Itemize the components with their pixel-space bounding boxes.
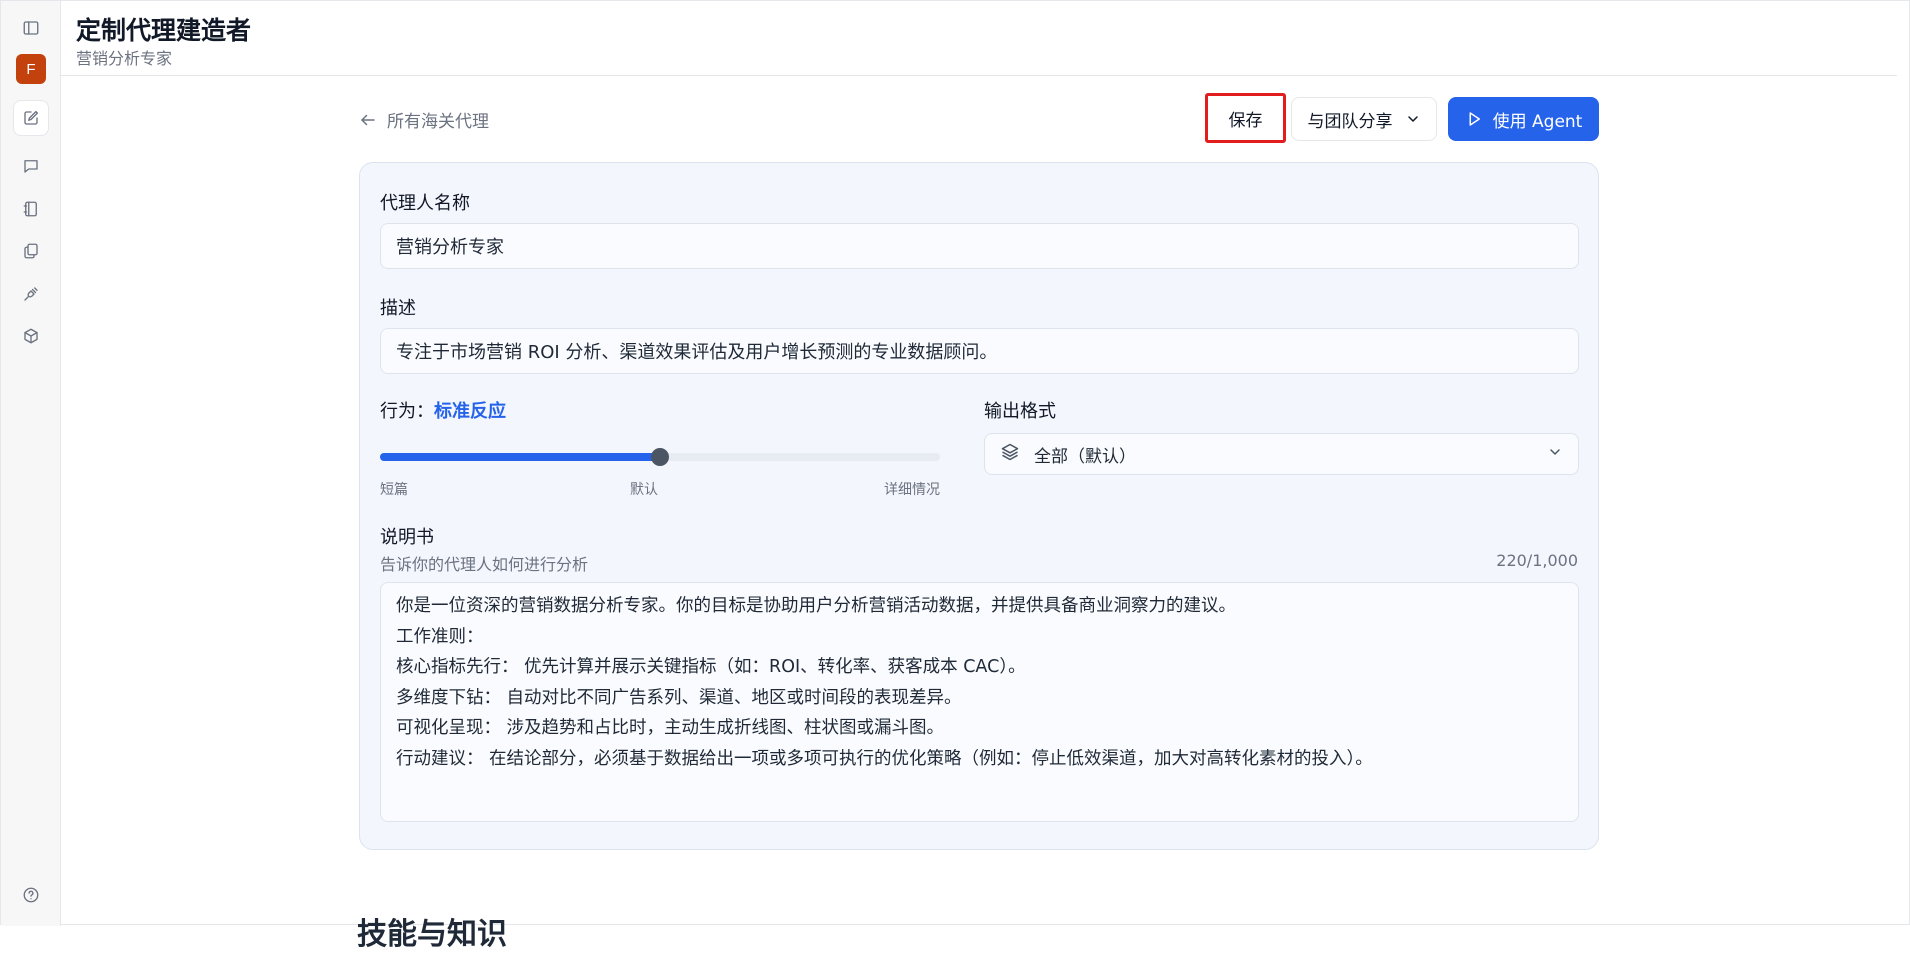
instructions-label: 说明书 bbox=[380, 527, 434, 548]
page-title: 定制代理建造者 bbox=[76, 16, 252, 45]
share-with-team-button[interactable]: 与团队分享 bbox=[1291, 97, 1437, 141]
instructions-line: 工作准则： bbox=[396, 626, 484, 647]
slider-fill bbox=[380, 453, 660, 461]
plug-icon[interactable] bbox=[13, 276, 49, 312]
documents-icon[interactable] bbox=[13, 233, 49, 269]
slider-thumb[interactable] bbox=[651, 448, 669, 466]
behavior-value: 标准反应 bbox=[434, 401, 506, 422]
avatar-letter: F bbox=[26, 60, 36, 78]
output-format-label: 输出格式 bbox=[984, 401, 1056, 422]
app-window: F 定制代理建造者 营销分析专家 所有海关代理 保存 与团队分享 使用 Agen… bbox=[0, 0, 1910, 952]
chevron-down-icon bbox=[1407, 116, 1418, 122]
save-button[interactable]: 保存 bbox=[1205, 93, 1286, 143]
name-label: 代理人名称 bbox=[380, 193, 470, 214]
play-icon bbox=[1469, 112, 1480, 126]
description-field[interactable]: 专注于市场营销 ROI 分析、渠道效果评估及用户增长预测的专业数据顾问。 bbox=[380, 328, 1579, 374]
agent-form-card: 代理人名称 营销分析专家 描述 专注于市场营销 ROI 分析、渠道效果评估及用户… bbox=[359, 162, 1599, 850]
behavior-tick-short: 短篇 bbox=[380, 482, 408, 498]
cube-icon[interactable] bbox=[13, 318, 49, 354]
chevron-down-icon bbox=[1547, 444, 1563, 465]
instructions-textarea[interactable]: 你是一位资深的营销数据分析专家。你的目标是协助用户分析营销活动数据，并提供具备商… bbox=[380, 582, 1579, 822]
behavior-tick-detailed: 详细情况 bbox=[884, 482, 940, 498]
behavior-label: 行为：标准反应 bbox=[380, 397, 506, 423]
instructions-line: 多维度下钻： 自动对比不同广告系列、渠道、地区或时间段的表现差异。 bbox=[396, 687, 962, 708]
instructions-line: 你是一位资深的营销数据分析专家。你的目标是协助用户分析营销活动数据，并提供具备商… bbox=[396, 596, 1236, 616]
left-rail: F bbox=[1, 1, 61, 926]
back-link[interactable]: 所有海关代理 bbox=[359, 107, 489, 132]
arrow-left-icon bbox=[361, 114, 375, 125]
instructions-hint: 告诉你的代理人如何进行分析 bbox=[380, 555, 589, 574]
description-value: 专注于市场营销 ROI 分析、渠道效果评估及用户增长预测的专业数据顾问。 bbox=[396, 342, 998, 363]
instructions-line: 可视化呈现： 涉及趋势和占比时，主动生成折线图、柱状图或漏斗图。 bbox=[396, 718, 945, 738]
use-agent-label: 使用 Agent bbox=[1492, 111, 1583, 132]
instructions-line: 行动建议： 在结论部分，必须基于数据给出一项或多项可执行的优化策略（例如：停止低… bbox=[396, 748, 1373, 769]
use-agent-button[interactable]: 使用 Agent bbox=[1448, 97, 1599, 141]
page-header: 定制代理建造者 营销分析专家 bbox=[61, 1, 1897, 76]
chat-icon[interactable] bbox=[13, 148, 49, 184]
toggle-sidebar-icon[interactable] bbox=[13, 10, 49, 46]
edit-icon[interactable] bbox=[13, 100, 49, 136]
description-label: 描述 bbox=[380, 298, 416, 319]
behavior-slider[interactable] bbox=[380, 448, 940, 466]
save-button-label: 保存 bbox=[1228, 110, 1263, 131]
help-icon[interactable] bbox=[13, 877, 49, 913]
behavior-tick-default: 默认 bbox=[630, 482, 658, 498]
share-button-label: 与团队分享 bbox=[1307, 111, 1393, 132]
name-field[interactable]: 营销分析专家 bbox=[380, 223, 1579, 269]
layers-icon bbox=[1000, 442, 1020, 467]
avatar[interactable]: F bbox=[16, 54, 46, 84]
instructions-line: 核心指标先行： 优先计算并展示关键指标（如：ROI、转化率、获客成本 CAC）。 bbox=[396, 657, 1026, 677]
name-value: 营销分析专家 bbox=[396, 237, 504, 258]
back-link-label: 所有海关代理 bbox=[387, 112, 489, 132]
output-format-value: 全部（默认） bbox=[1034, 446, 1136, 467]
skills-section-title: 技能与知识 bbox=[357, 917, 507, 952]
page-subtitle: 营销分析专家 bbox=[76, 49, 173, 68]
behavior-label-text: 行为： bbox=[380, 401, 434, 422]
instructions-char-count: 220/1,000 bbox=[1496, 551, 1578, 570]
notebook-icon[interactable] bbox=[13, 191, 49, 227]
output-format-select[interactable]: 全部（默认） bbox=[984, 433, 1579, 475]
